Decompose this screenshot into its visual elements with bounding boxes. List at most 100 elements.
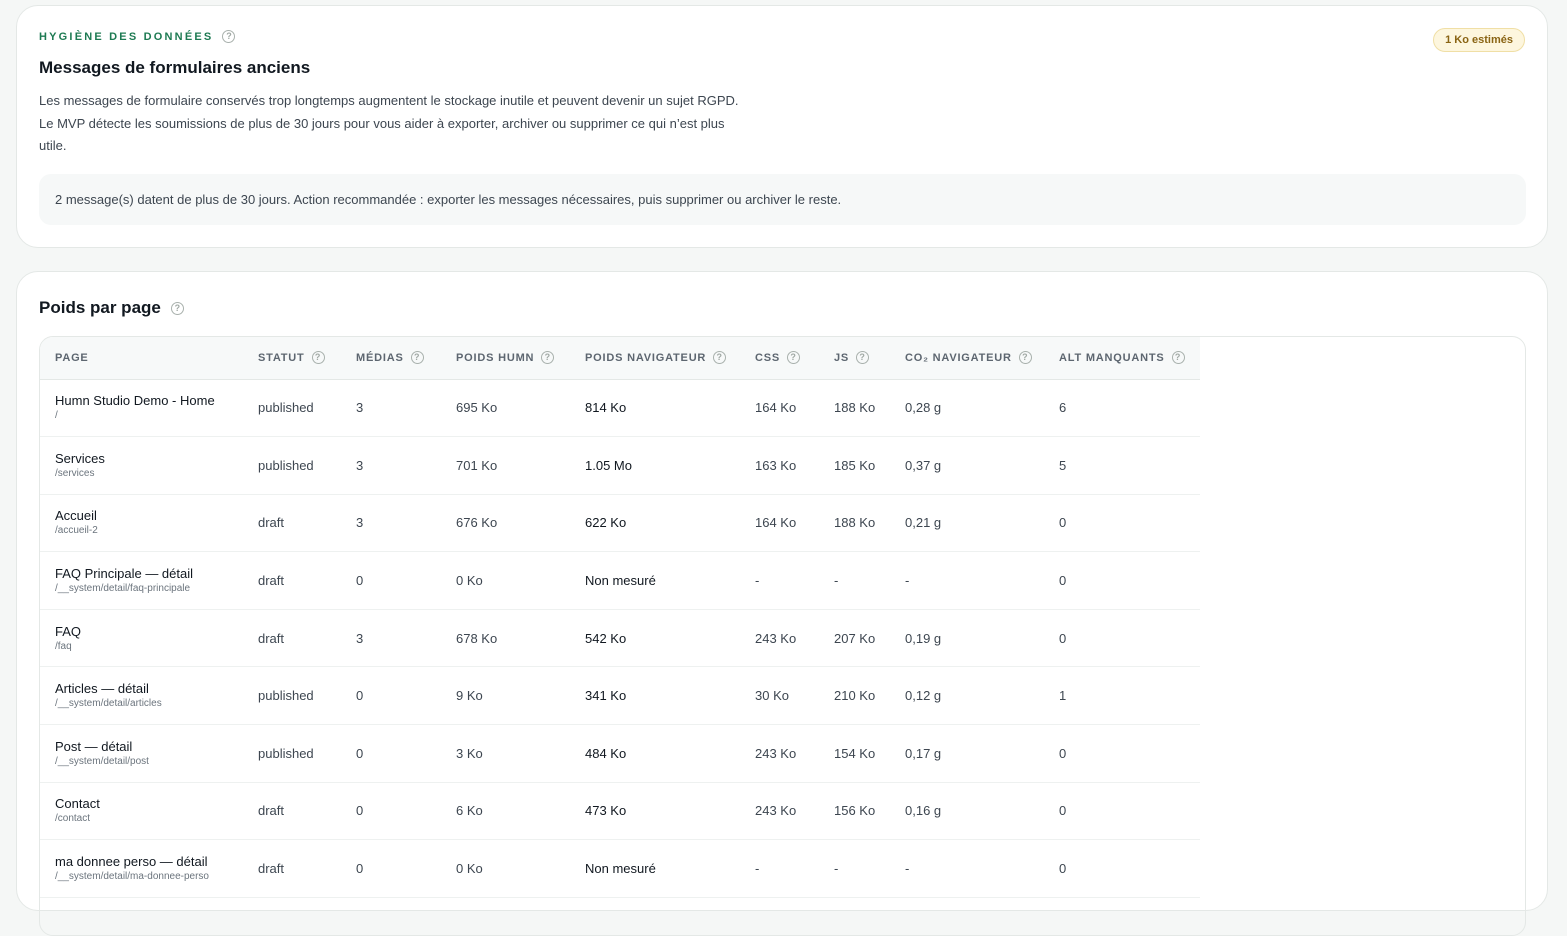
cell-js: 188 Ko <box>819 494 890 553</box>
cell-status: draft <box>243 551 341 610</box>
help-icon[interactable]: ? <box>170 301 184 315</box>
cell-page: ma donnee perso — détail/__system/detail… <box>40 839 243 898</box>
cell-medias: 0 <box>341 666 441 726</box>
section-title: Poids par page <box>39 298 161 317</box>
help-icon[interactable]: ? <box>541 351 555 365</box>
cell-missing-alt: 0 <box>1044 609 1200 668</box>
section-eyebrow: HYGIÈNE DES DONNÉES ? <box>39 30 236 43</box>
page-path: /__system/detail/faq-principale <box>55 583 191 595</box>
cell-css: 163 Ko <box>740 436 819 495</box>
cell-css: 164 Ko <box>740 379 819 438</box>
description-line: utile. <box>39 138 67 153</box>
table-header-row: PAGE STATUT? MÉDIAS? POIDS HUMN? POIDS N… <box>40 337 1200 380</box>
page-title: ma donnee perso — détail <box>55 854 208 870</box>
column-header-medias: MÉDIAS? <box>341 337 441 380</box>
cell-css: 30 Ko <box>740 666 819 726</box>
table-row[interactable]: FAQ/faq draft 3 678 Ko 542 Ko 243 Ko 207 Ko 0,1… <box>40 609 1200 668</box>
cell-js: 188 Ko <box>819 379 890 438</box>
cell-medias: 3 <box>341 609 441 668</box>
cell-humn-weight: 0 Ko <box>441 839 570 898</box>
cell-css: - <box>740 551 819 610</box>
column-header-co2: CO₂ NAVIGATEUR? <box>890 337 1044 380</box>
card-description: Les messages de formulaire conservés tro… <box>39 90 759 158</box>
cell-co2: 0,37 g <box>890 436 1044 495</box>
cell-page: Humn Studio Demo - Home / <box>40 379 243 438</box>
cell-co2: 0,17 g <box>890 724 1044 783</box>
column-header-humn-weight: POIDS HUMN? <box>441 337 570 380</box>
page-title: Articles — détail <box>55 681 149 697</box>
column-header-browser-weight: POIDS NAVIGATEUR? <box>570 337 740 380</box>
column-header-js: JS? <box>819 337 890 380</box>
page-weight-table-container[interactable]: PAGE STATUT? MÉDIAS? POIDS HUMN? POIDS N… <box>39 336 1526 936</box>
table-row[interactable]: Accueil/accueil-2 draft 3 676 Ko 622 Ko 164 K… <box>40 494 1200 553</box>
card-title: Messages de formulaires anciens <box>39 58 311 77</box>
cell-page: Contact/contact <box>40 782 243 841</box>
page-title: Services <box>55 450 105 466</box>
cell-missing-alt: 0 <box>1044 724 1200 783</box>
cell-medias: 3 <box>341 379 441 438</box>
help-icon[interactable]: ? <box>1018 351 1032 365</box>
cell-page: Articles — détail/__system/detail/articl… <box>40 666 243 726</box>
cell-humn-weight: 701 Ko <box>441 436 570 495</box>
table-row[interactable]: Services/services published 3 701 Ko 1.05 Mo… <box>40 436 1200 495</box>
cell-status: published <box>243 436 341 495</box>
cell-js: - <box>819 839 890 898</box>
cell-medias: 3 <box>341 494 441 553</box>
table-row[interactable]: ma donnee perso — détail/__system/detail… <box>40 839 1200 898</box>
cell-page: Accueil/accueil-2 <box>40 494 243 553</box>
cell-medias: 0 <box>341 724 441 783</box>
cell-humn-weight: 676 Ko <box>441 494 570 553</box>
eyebrow-label: HYGIÈNE DES DONNÉES <box>39 30 214 43</box>
cell-browser-weight: 622 Ko <box>570 494 740 553</box>
cell-humn-weight: 0 Ko <box>441 551 570 610</box>
cell-humn-weight: 9 Ko <box>441 666 570 726</box>
help-icon[interactable]: ? <box>787 351 801 365</box>
help-icon[interactable]: ? <box>222 30 236 43</box>
help-icon[interactable]: ? <box>311 351 325 365</box>
cell-humn-weight: 695 Ko <box>441 379 570 438</box>
cell-css: 243 Ko <box>740 609 819 668</box>
cell-css: - <box>740 839 819 898</box>
cell-status: published <box>243 666 341 726</box>
page-title: Humn Studio Demo - Home <box>55 393 215 409</box>
page-title: Contact <box>55 796 100 812</box>
cell-js: 185 Ko <box>819 436 890 495</box>
description-line: Les messages de formulaire conservés tro… <box>39 93 739 108</box>
column-header-page: PAGE <box>40 337 243 380</box>
cell-missing-alt: 0 <box>1044 494 1200 553</box>
cell-medias: 0 <box>341 839 441 898</box>
cell-page: FAQ Principale — détail/__system/detail/… <box>40 551 243 610</box>
cell-missing-alt: 5 <box>1044 436 1200 495</box>
cell-js: 154 Ko <box>819 724 890 783</box>
cell-js: 156 Ko <box>819 782 890 841</box>
table-row[interactable]: Contact/contact draft 0 6 Ko 473 Ko 243 Ko 156… <box>40 782 1200 841</box>
recommendation-notice: 2 message(s) datent de plus de 30 jours.… <box>39 174 1526 225</box>
page-path: /__system/detail/post <box>55 755 149 767</box>
cell-css: 243 Ko <box>740 782 819 841</box>
table-row[interactable]: Articles — détail/__system/detail/articl… <box>40 666 1200 726</box>
page-path: /accueil-2 <box>55 525 98 537</box>
help-icon[interactable]: ? <box>713 351 727 365</box>
help-icon[interactable]: ? <box>1171 351 1185 365</box>
table-row[interactable]: Post — détail/__system/detail/post publis… <box>40 724 1200 783</box>
cell-missing-alt: 1 <box>1044 666 1200 726</box>
cell-co2: 0,28 g <box>890 379 1044 438</box>
table-row[interactable]: FAQ Principale — détail/__system/detail/… <box>40 551 1200 610</box>
cell-status: draft <box>243 782 341 841</box>
help-icon[interactable]: ? <box>410 351 424 365</box>
cell-co2: 0,16 g <box>890 782 1044 841</box>
cell-co2: 0,12 g <box>890 666 1044 726</box>
page-title: Accueil <box>55 508 97 524</box>
description-line: Le MVP détecte les soumissions de plus d… <box>39 115 725 131</box>
column-header-missing-alt: ALT MANQUANTS? <box>1044 337 1200 380</box>
cell-co2: 0,21 g <box>890 494 1044 553</box>
cell-browser-weight: 473 Ko <box>570 782 740 841</box>
page-path: / <box>55 410 58 422</box>
table-row[interactable]: Humn Studio Demo - Home / published 3 695 Ko… <box>40 379 1200 438</box>
page-weight-table: PAGE STATUT? MÉDIAS? POIDS HUMN? POIDS N… <box>40 337 1200 898</box>
cell-status: draft <box>243 839 341 898</box>
page-path: /__system/detail/articles <box>55 698 162 710</box>
cell-browser-weight: 814 Ko <box>570 379 740 438</box>
cell-css: 243 Ko <box>740 724 819 783</box>
help-icon[interactable]: ? <box>856 351 870 365</box>
